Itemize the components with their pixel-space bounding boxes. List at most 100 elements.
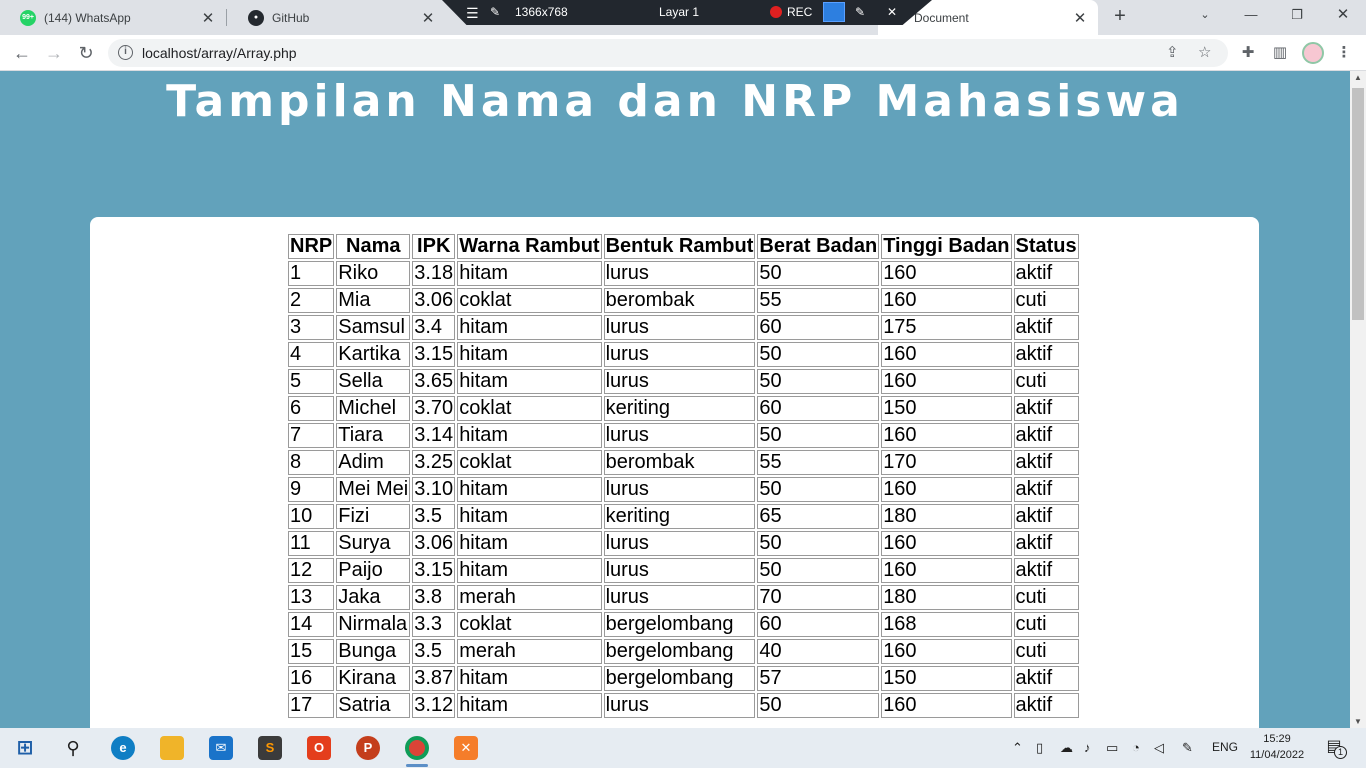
device-icon[interactable]: ▯	[1036, 740, 1043, 756]
taskbar-office[interactable]: O	[300, 732, 338, 764]
close-recorder-icon[interactable]: ✕	[887, 5, 897, 19]
table-cell: cuti	[1013, 639, 1079, 664]
battery-icon[interactable]: ▭	[1106, 740, 1118, 756]
wifi-icon[interactable]: ◔	[1132, 740, 1140, 755]
table-row: 10 Fizi 3.5 hitam keriting 65 180 aktif	[288, 504, 1079, 529]
table-header-row: NRP Nama IPK Warna Rambut Bentuk Rambut Berat…	[288, 234, 1079, 259]
tab-search-icon[interactable]: ⌄	[1182, 0, 1228, 30]
column-header: IPK	[412, 234, 456, 259]
scroll-down-icon[interactable]: ▼	[1350, 717, 1366, 726]
taskbar-xampp[interactable]: ✕	[447, 732, 485, 764]
taskbar-chrome[interactable]	[398, 732, 436, 767]
tab-github[interactable]: ● GitHub ✕	[228, 0, 446, 35]
show-hidden-icons-icon[interactable]: ⌃	[1012, 740, 1023, 756]
scroll-up-icon[interactable]: ▲	[1350, 73, 1366, 82]
taskbar-edge[interactable]: e	[104, 732, 142, 764]
table-row: 17 Satria 3.12 hitam lurus 50 160 aktif	[288, 693, 1079, 718]
taskbar-powerpoint[interactable]: P	[349, 732, 387, 764]
table-cell: hitam	[457, 558, 602, 583]
language-indicator[interactable]: ENG	[1212, 740, 1238, 754]
start-button[interactable]: ⊞	[6, 732, 44, 764]
whatsapp-icon: 99+	[20, 9, 36, 26]
close-tab-icon[interactable]: ✕	[1072, 9, 1088, 27]
menu-icon[interactable]: ☰	[466, 5, 479, 22]
search-icon: ⚲	[66, 738, 80, 758]
taskbar-sublime[interactable]: S	[251, 732, 289, 764]
table-cell: 50	[757, 369, 880, 394]
rec-button[interactable]: REC	[787, 5, 812, 19]
microphone-icon[interactable]: ♪	[1084, 740, 1091, 755]
taskbar-file-explorer[interactable]	[153, 732, 191, 764]
table-cell: 160	[881, 261, 1012, 286]
share-icon[interactable]: ⇪	[1166, 43, 1179, 61]
minimize-button[interactable]: —	[1228, 0, 1274, 30]
chrome-icon	[405, 736, 429, 760]
github-icon: ●	[248, 9, 264, 26]
table-cell: 168	[881, 612, 1012, 637]
tab-whatsapp[interactable]: 99+ (144) WhatsApp ✕	[0, 0, 226, 35]
cloud-icon[interactable]: ☁	[1060, 740, 1073, 756]
table-cell: cuti	[1013, 612, 1079, 637]
table-cell: cuti	[1013, 369, 1079, 394]
more-menu-icon[interactable]: ⋮	[1334, 43, 1354, 61]
table-cell: 180	[881, 585, 1012, 610]
table-cell: 50	[757, 531, 880, 556]
windows-taskbar: ⊞ ⚲ e ✉ S O P ✕ ⌃ ▯ ☁ ♪ ▭ ◔ ◁ ✎ ENG 15:2…	[0, 728, 1366, 768]
table-cell: berombak	[603, 288, 756, 313]
table-cell: lurus	[603, 693, 756, 718]
table-cell: hitam	[457, 666, 602, 691]
restore-button[interactable]: ❐	[1274, 0, 1320, 30]
pen-icon[interactable]: ✎	[855, 5, 865, 19]
table-cell: aktif	[1013, 342, 1079, 367]
search-button[interactable]: ⚲	[54, 732, 92, 764]
table-cell: aktif	[1013, 396, 1079, 421]
close-tab-icon[interactable]: ✕	[420, 9, 436, 27]
capture-icon[interactable]	[823, 2, 845, 22]
table-cell: aktif	[1013, 558, 1079, 583]
pin-icon[interactable]: ✎	[490, 5, 500, 19]
back-button[interactable]: ←	[10, 41, 34, 65]
table-cell: Mei Mei	[336, 477, 411, 502]
clock[interactable]: 15:29 11/04/2022	[1245, 731, 1309, 763]
table-cell: 3.65	[412, 369, 456, 394]
volume-icon[interactable]: ◁	[1154, 740, 1164, 756]
table-cell: 17	[288, 693, 335, 718]
close-window-button[interactable]: ✕	[1320, 0, 1366, 30]
table-cell: Samsul	[336, 315, 411, 340]
table-cell: Mia	[336, 288, 411, 313]
address-bar[interactable]: i localhost/array/Array.php ⇪ ☆	[108, 39, 1228, 67]
pen-workspace-icon[interactable]: ✎	[1182, 740, 1193, 756]
side-panel-icon[interactable]: ▥	[1270, 43, 1290, 61]
table-cell: aktif	[1013, 477, 1079, 502]
table-row: 1 Riko 3.18 hitam lurus 50 160 aktif	[288, 261, 1079, 286]
table-cell: hitam	[457, 261, 602, 286]
profile-avatar[interactable]	[1302, 42, 1324, 64]
sublime-text-icon: S	[258, 736, 282, 760]
table-cell: 60	[757, 315, 880, 340]
table-cell: 3.5	[412, 639, 456, 664]
table-cell: Kartika	[336, 342, 411, 367]
bookmark-star-icon[interactable]: ☆	[1198, 43, 1211, 61]
table-cell: 7	[288, 423, 335, 448]
table-cell: 2	[288, 288, 335, 313]
close-tab-icon[interactable]: ✕	[200, 9, 216, 27]
forward-button[interactable]: →	[42, 41, 66, 65]
scrollbar-thumb[interactable]	[1352, 88, 1364, 320]
table-cell: berombak	[603, 450, 756, 475]
info-icon[interactable]: i	[118, 45, 133, 60]
table-cell: Michel	[336, 396, 411, 421]
table-cell: 9	[288, 477, 335, 502]
recorder-layer[interactable]: Layar 1	[659, 5, 699, 19]
table-cell: lurus	[603, 585, 756, 610]
column-header: NRP	[288, 234, 335, 259]
table-row: 5 Sella 3.65 hitam lurus 50 160 cuti	[288, 369, 1079, 394]
new-tab-button[interactable]: +	[1108, 4, 1132, 28]
notification-center-button[interactable]: ▤ 1	[1322, 736, 1347, 760]
page-scrollbar[interactable]: ▲ ▼	[1350, 71, 1366, 728]
extensions-icon[interactable]: ✚	[1238, 43, 1258, 61]
url-text[interactable]: localhost/array/Array.php	[142, 45, 297, 61]
taskbar-mail[interactable]: ✉	[202, 732, 240, 764]
table-cell: Adim	[336, 450, 411, 475]
table-cell: hitam	[457, 504, 602, 529]
reload-button[interactable]: ↻	[74, 41, 98, 65]
